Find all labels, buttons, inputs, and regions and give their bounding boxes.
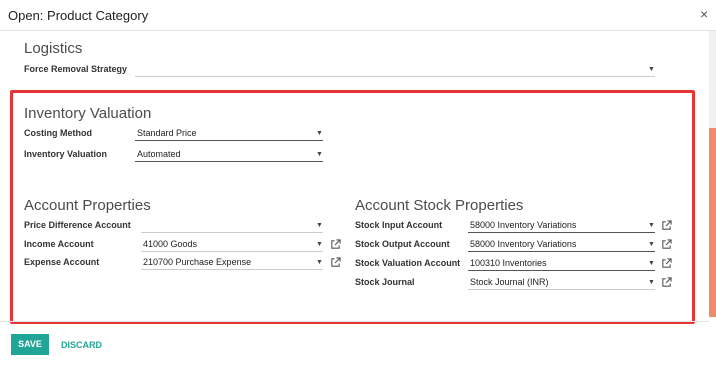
stock-journal-label: Stock Journal [355,277,415,287]
external-link-icon[interactable] [330,239,341,250]
price-difference-account-label: Price Difference Account [24,220,131,230]
stock-valuation-account-select[interactable]: 100310 Inventories [468,257,655,271]
inventory-valuation-heading: Inventory Valuation [24,105,152,122]
chevron-down-icon: ▼ [648,279,655,286]
footer-divider [0,321,709,322]
expense-account-label: Expense Account [24,257,100,267]
account-properties-heading: Account Properties [24,197,151,214]
external-link-icon[interactable] [661,277,672,288]
external-link-icon[interactable] [661,258,672,269]
chevron-down-icon: ▼ [648,260,655,267]
save-button[interactable]: SAVE [11,334,49,355]
logistics-heading: Logistics [24,40,83,57]
close-icon[interactable]: × [700,6,708,22]
expense-account-select[interactable]: 210700 Purchase Expense [141,256,323,270]
external-link-icon[interactable] [661,239,672,250]
dialog-title: Open: Product Category [8,8,149,23]
income-account-select[interactable]: 41000 Goods [141,238,323,252]
chevron-down-icon: ▼ [648,241,655,248]
chevron-down-icon: ▼ [648,222,655,229]
costing-method-label: Costing Method [24,128,92,138]
force-removal-strategy-label: Force Removal Strategy [24,64,128,74]
chevron-down-icon: ▼ [316,259,323,266]
income-account-label: Income Account [24,239,94,249]
stock-journal-select[interactable]: Stock Journal (INR) [468,276,655,290]
chevron-down-icon: ▼ [648,66,655,73]
force-removal-strategy-select[interactable] [135,63,655,77]
stock-output-account-select[interactable]: 58000 Inventory Variations [468,238,655,252]
chevron-down-icon: ▼ [316,241,323,248]
stock-output-account-label: Stock Output Account [355,239,450,249]
chevron-down-icon: ▼ [316,130,323,137]
discard-button[interactable]: DISCARD [61,340,102,350]
stock-valuation-account-label: Stock Valuation Account [355,258,461,268]
external-link-icon[interactable] [330,257,341,268]
stock-input-account-select[interactable]: 58000 Inventory Variations [468,219,655,233]
scrollbar-thumb[interactable] [709,128,716,317]
stock-input-account-label: Stock Input Account [355,220,443,230]
chevron-down-icon: ▼ [316,222,323,229]
inventory-valuation-select[interactable]: Automated [135,148,323,162]
chevron-down-icon: ▼ [316,151,323,158]
account-stock-properties-heading: Account Stock Properties [355,197,524,214]
dialog-header: Open: Product Category × [0,0,716,31]
inventory-valuation-label: Inventory Valuation [24,149,108,159]
costing-method-select[interactable]: Standard Price [135,127,323,141]
price-difference-account-select[interactable] [141,219,323,233]
external-link-icon[interactable] [661,220,672,231]
